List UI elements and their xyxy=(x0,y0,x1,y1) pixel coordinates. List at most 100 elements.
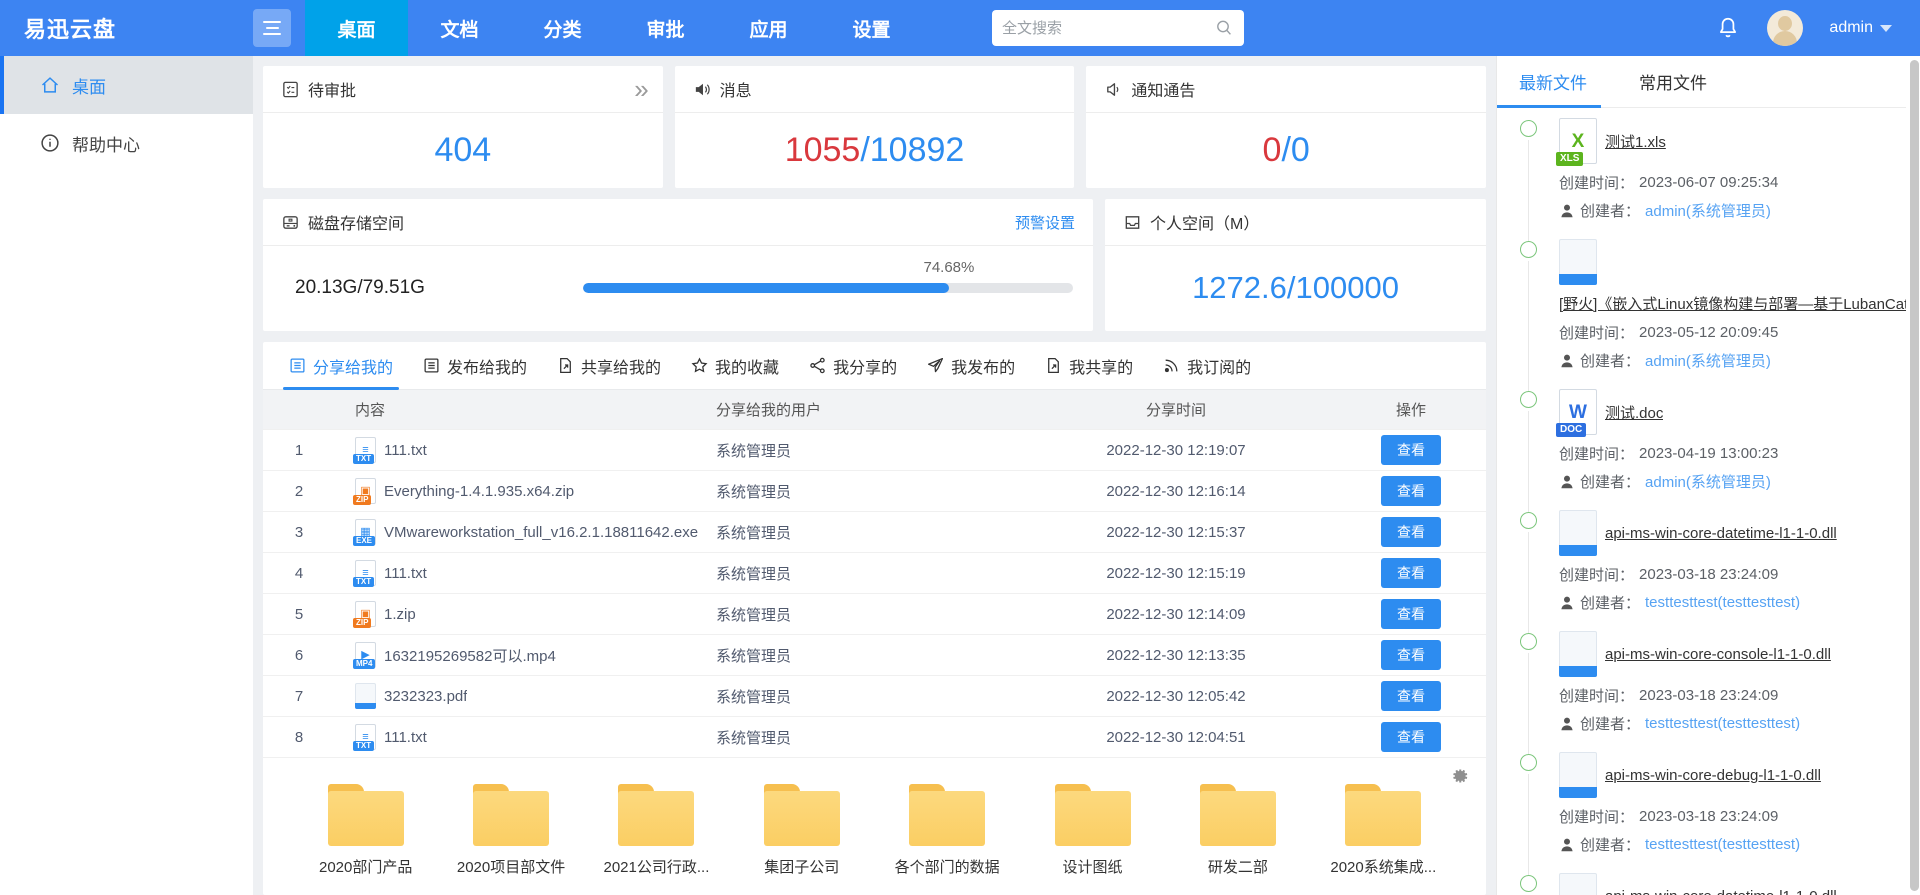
view-button[interactable]: 查看 xyxy=(1381,435,1441,465)
file-link[interactable]: api-ms-win-core-console-l1-1-0.dll xyxy=(1605,646,1831,663)
file-link[interactable]: api-ms-win-core-debug-l1-1-0.dll xyxy=(1605,767,1821,784)
bell-icon[interactable] xyxy=(1715,15,1741,41)
file-name[interactable]: 1632195269582可以.mp4 xyxy=(384,645,556,666)
nav-tab-4[interactable]: 应用 xyxy=(717,0,820,56)
file-type-icon: ▣ZIP xyxy=(355,601,376,627)
folder-icon xyxy=(328,784,404,846)
view-button[interactable]: 查看 xyxy=(1381,599,1441,629)
desktop-folder[interactable]: 2020项目部文件 xyxy=(441,784,581,877)
recent-file-item: api-ms-win-core-datetime-l1-1-0.dll创建时间：… xyxy=(1515,510,1906,631)
creator[interactable]: testtesttest(testtesttest) xyxy=(1645,836,1800,853)
creator[interactable]: admin(系统管理员) xyxy=(1645,200,1771,221)
global-search xyxy=(992,10,1244,46)
info-icon xyxy=(40,133,60,153)
folder-icon xyxy=(618,784,694,846)
share-tab-3[interactable]: 我的收藏 xyxy=(679,342,791,389)
right-tab-0[interactable]: 最新文件 xyxy=(1515,56,1591,107)
rss-icon xyxy=(1163,357,1180,374)
shared-by-user: 系统管理员 xyxy=(716,727,1016,748)
share-tab-1[interactable]: 发布给我的 xyxy=(411,342,539,389)
share-tab-2[interactable]: 共享给我的 xyxy=(545,342,673,389)
share-tab-4[interactable]: 我分享的 xyxy=(797,342,909,389)
view-button[interactable]: 查看 xyxy=(1381,476,1441,506)
left-sidebar: 桌面帮助中心 xyxy=(0,56,253,895)
desktop-folder[interactable]: 集团子公司 xyxy=(732,784,872,877)
creator[interactable]: testtesttest(testtesttest) xyxy=(1645,715,1800,732)
file-type-icon: XXLS xyxy=(1559,118,1597,164)
warning-settings-link[interactable]: 预警设置 xyxy=(1015,212,1075,233)
nav-tab-2[interactable]: 分类 xyxy=(511,0,614,56)
creator[interactable]: admin(系统管理员) xyxy=(1645,350,1771,371)
shared-by-user: 系统管理员 xyxy=(716,686,1016,707)
top-bar: 易迅云盘 桌面文档分类审批应用设置 admin xyxy=(0,0,1920,56)
file-link[interactable]: 测试.doc xyxy=(1605,402,1663,423)
right-panel-tabs: 最新文件常用文件 xyxy=(1515,56,1906,108)
personal-space-value: 1272.6/100000 xyxy=(1105,246,1486,330)
share-nodes-icon xyxy=(809,357,826,374)
home-icon xyxy=(40,75,60,95)
card-title: 磁盘存储空间 xyxy=(308,210,404,234)
file-type-icon: ▣ZIP xyxy=(355,478,376,504)
card-title: 通知通告 xyxy=(1131,77,1195,101)
expand-icon[interactable]: » xyxy=(634,76,644,102)
share-time: 2022-12-30 12:14:09 xyxy=(1016,606,1336,623)
file-link[interactable]: api-ms-win-core-datetime-l1-1-0.dll xyxy=(1605,525,1837,542)
desktop-folder[interactable]: 2020系统集成... xyxy=(1313,784,1453,877)
desktop-folders: 2020部门产品2020项目部文件2021公司行政...集团子公司各个部门的数据… xyxy=(263,758,1486,895)
folder-icon xyxy=(764,784,840,846)
view-button[interactable]: 查看 xyxy=(1381,517,1441,547)
user-menu[interactable]: admin xyxy=(1829,19,1892,37)
menu-icon[interactable] xyxy=(253,9,291,47)
desktop-folder[interactable]: 2021公司行政... xyxy=(586,784,726,877)
view-button[interactable]: 查看 xyxy=(1381,558,1441,588)
file-name[interactable]: 111.txt xyxy=(384,442,427,459)
search-icon[interactable] xyxy=(1214,18,1234,38)
recent-file-item: api-ms-win-core-debug-l1-1-0.dll创建时间：202… xyxy=(1515,752,1906,873)
gear-icon[interactable] xyxy=(1450,766,1470,786)
file-name[interactable]: 111.txt xyxy=(384,565,427,582)
share-tab-6[interactable]: 我共享的 xyxy=(1033,342,1145,389)
file-type-icon xyxy=(1559,631,1597,677)
table-row: 73232323.pdf系统管理员2022-12-30 12:05:42查看 xyxy=(263,676,1486,717)
share-tab-5[interactable]: 我发布的 xyxy=(915,342,1027,389)
scrollbar[interactable] xyxy=(1910,60,1919,891)
nav-tab-1[interactable]: 文档 xyxy=(408,0,511,56)
creator[interactable]: testtesttest(testtesttest) xyxy=(1645,594,1800,611)
personal-space-card: 个人空间（M） 1272.6/100000 xyxy=(1105,199,1486,331)
search-input[interactable] xyxy=(1002,20,1214,37)
desktop-folder[interactable]: 各个部门的数据 xyxy=(877,784,1017,877)
file-name[interactable]: VMwareworkstation_full_v16.2.1.18811642.… xyxy=(384,524,698,541)
file-link[interactable]: 测试1.xls xyxy=(1605,131,1666,152)
person-icon xyxy=(1559,716,1575,732)
file-name[interactable]: Everything-1.4.1.935.x64.zip xyxy=(384,483,574,500)
view-button[interactable]: 查看 xyxy=(1381,681,1441,711)
share-tab-7[interactable]: 我订阅的 xyxy=(1151,342,1263,389)
file-name[interactable]: 3232323.pdf xyxy=(384,688,467,705)
sidebar-item-0[interactable]: 桌面 xyxy=(0,56,253,114)
clipboard-icon xyxy=(281,80,300,99)
file-name[interactable]: 111.txt xyxy=(384,729,427,746)
app-logo: 易迅云盘 xyxy=(0,12,253,44)
sidebar-item-1[interactable]: 帮助中心 xyxy=(0,114,253,172)
desktop-folder[interactable]: 设计图纸 xyxy=(1023,784,1163,877)
nav-tab-5[interactable]: 设置 xyxy=(820,0,923,56)
file-link[interactable]: [野火]《嵌入式Linux镜像构建与部署—基于LubanCat- xyxy=(1559,293,1906,314)
shared-by-user: 系统管理员 xyxy=(716,604,1016,625)
messages-count: 1055/10892 xyxy=(675,113,1075,187)
created-time: 2023-03-18 23:24:09 xyxy=(1639,687,1778,704)
file-name[interactable]: 1.zip xyxy=(384,606,416,623)
nav-tab-3[interactable]: 审批 xyxy=(614,0,717,56)
recent-file-item: api-ms-win-core-console-l1-1-0.dll创建时间：2… xyxy=(1515,631,1906,752)
file-link[interactable]: api-ms-win-core-datetime-l1-1-0.dll xyxy=(1605,888,1837,895)
view-button[interactable]: 查看 xyxy=(1381,640,1441,670)
right-tab-1[interactable]: 常用文件 xyxy=(1635,56,1711,107)
avatar[interactable] xyxy=(1767,10,1803,46)
view-button[interactable]: 查看 xyxy=(1381,722,1441,752)
created-time: 2023-06-07 09:25:34 xyxy=(1639,174,1778,191)
file-type-icon: ▶MP4 xyxy=(355,642,376,668)
creator[interactable]: admin(系统管理员) xyxy=(1645,471,1771,492)
nav-tab-0[interactable]: 桌面 xyxy=(305,0,408,56)
share-tab-0[interactable]: 分享给我的 xyxy=(277,342,405,389)
desktop-folder[interactable]: 研发二部 xyxy=(1168,784,1308,877)
desktop-folder[interactable]: 2020部门产品 xyxy=(296,784,436,877)
